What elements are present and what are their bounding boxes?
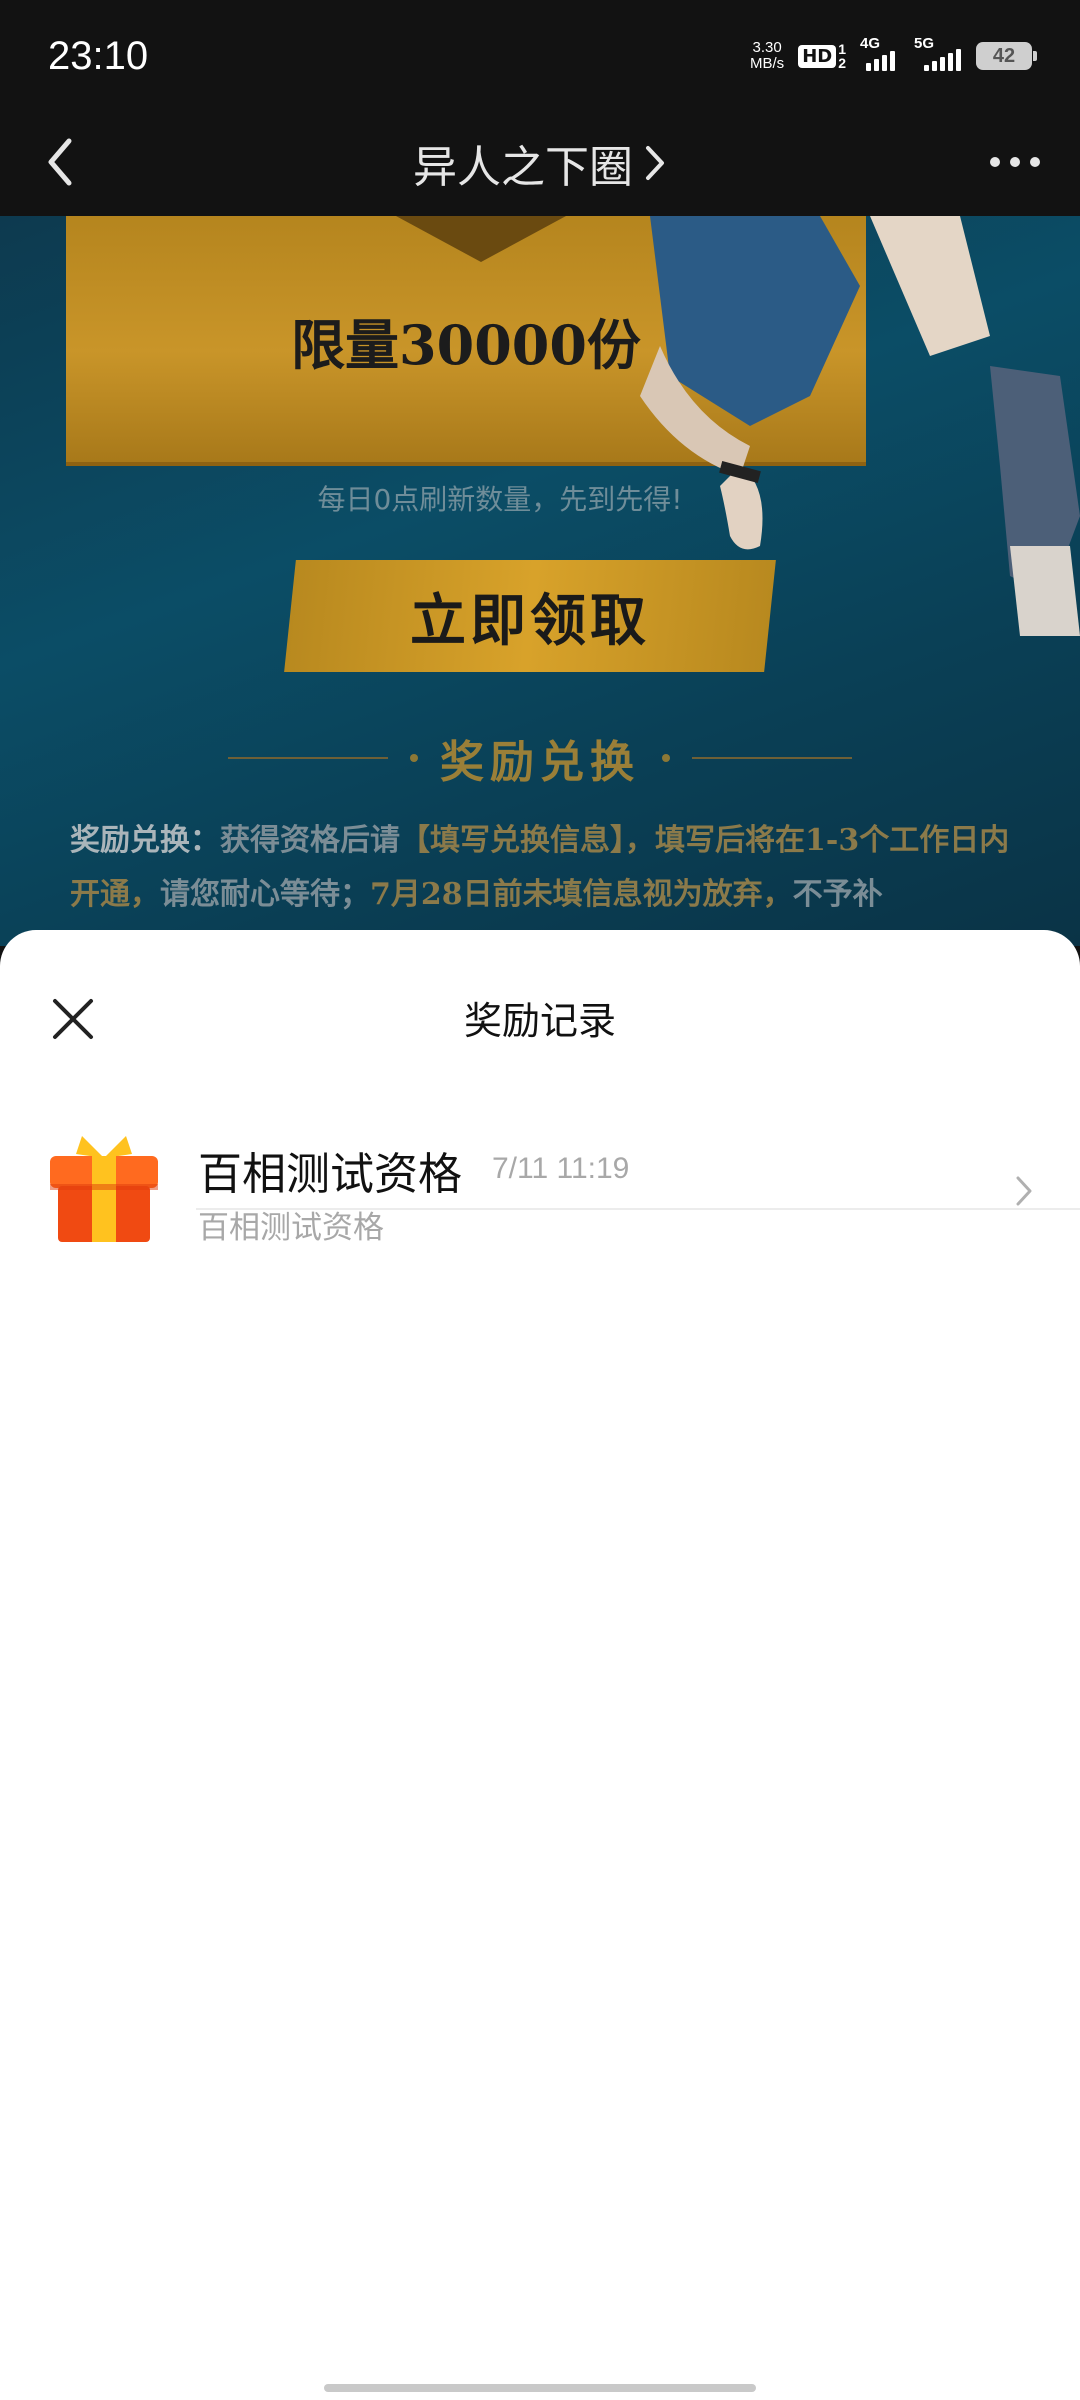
status-icons: 3.30 MB/s HD 1 2 4G 5G 42 xyxy=(750,35,1037,76)
claim-now-button[interactable]: 立即领取 xyxy=(284,560,776,672)
reward-records-sheet: 奖励记录 百相测试资格 7/11 11:19 百相测试资格 xyxy=(0,930,1080,2400)
signal-4g-label: 4G xyxy=(860,35,881,52)
reward-record-item[interactable]: 百相测试资格 7/11 11:19 百相测试资格 xyxy=(0,1100,1080,1280)
top-nav-bar: 异人之下圈 xyxy=(0,110,1080,216)
status-bar: 23:10 3.30 MB/s HD 1 2 4G 5G 42 xyxy=(0,0,1080,110)
home-indicator[interactable] xyxy=(324,2384,756,2392)
banner-notch xyxy=(396,216,566,262)
more-dots-icon xyxy=(990,157,1040,167)
section-heading: 奖励兑换 xyxy=(0,726,1080,790)
activity-page-background: 限量30000份 每日0点刷新数量，先到先得! 立即领取 奖励兑换 奖励兑换：获… xyxy=(0,216,1080,946)
chevron-right-icon xyxy=(646,146,664,180)
more-options-button[interactable] xyxy=(980,132,1050,192)
page-title: 异人之下圈 xyxy=(413,142,633,193)
sheet-title: 奖励记录 xyxy=(463,999,616,1043)
exchange-rules-text: 奖励兑换：获得资格后请【填写兑换信息】，填写后将在1-3个工作日内开通，请您耐心… xyxy=(70,814,1010,922)
hd-badge: HD xyxy=(798,44,837,68)
status-time: 23:10 xyxy=(48,34,149,78)
signal-5g-icon: 5G xyxy=(914,35,962,71)
network-speed-unit: MB/s xyxy=(750,55,785,72)
sim-numbers: 1 2 xyxy=(838,41,846,71)
sheet-header: 奖励记录 xyxy=(0,930,1080,1100)
heading-dot-left xyxy=(410,754,418,762)
refresh-note: 每日0点刷新数量，先到先得! xyxy=(317,483,683,516)
heading-line-right xyxy=(692,757,852,759)
gift-icon xyxy=(50,1136,158,1242)
circle-title-link[interactable]: 异人之下圈 xyxy=(0,110,1080,216)
heading-dot-right xyxy=(662,754,670,762)
signal-5g-label: 5G xyxy=(914,35,935,52)
record-title: 百相测试资格 xyxy=(198,1149,462,1200)
heading-line-left xyxy=(228,757,388,759)
record-timestamp: 7/11 11:19 xyxy=(492,1152,630,1185)
rule-lead: 奖励兑换： xyxy=(70,823,220,858)
battery-icon: 42 xyxy=(976,42,1037,70)
rule-part-1: 获得资格后请 xyxy=(220,823,400,858)
hd-icon: HD 1 2 xyxy=(798,42,846,70)
network-speed-value: 3.30 xyxy=(752,39,782,56)
rule-part-3: 不予补 xyxy=(792,877,883,912)
row-divider xyxy=(196,1208,1080,1210)
signal-4g-icon: 4G xyxy=(860,35,900,71)
battery-level: 42 xyxy=(992,44,1016,67)
rule-highlight-2: 7月28日前未填信息视为放弃， xyxy=(370,877,793,912)
network-speed: 3.30 MB/s xyxy=(750,40,784,72)
claim-now-label: 立即领取 xyxy=(410,587,650,654)
section-heading-text: 奖励兑换 xyxy=(440,737,640,788)
chevron-right-icon xyxy=(1016,1176,1032,1206)
rule-part-2: 请您耐心等待； xyxy=(160,877,370,912)
